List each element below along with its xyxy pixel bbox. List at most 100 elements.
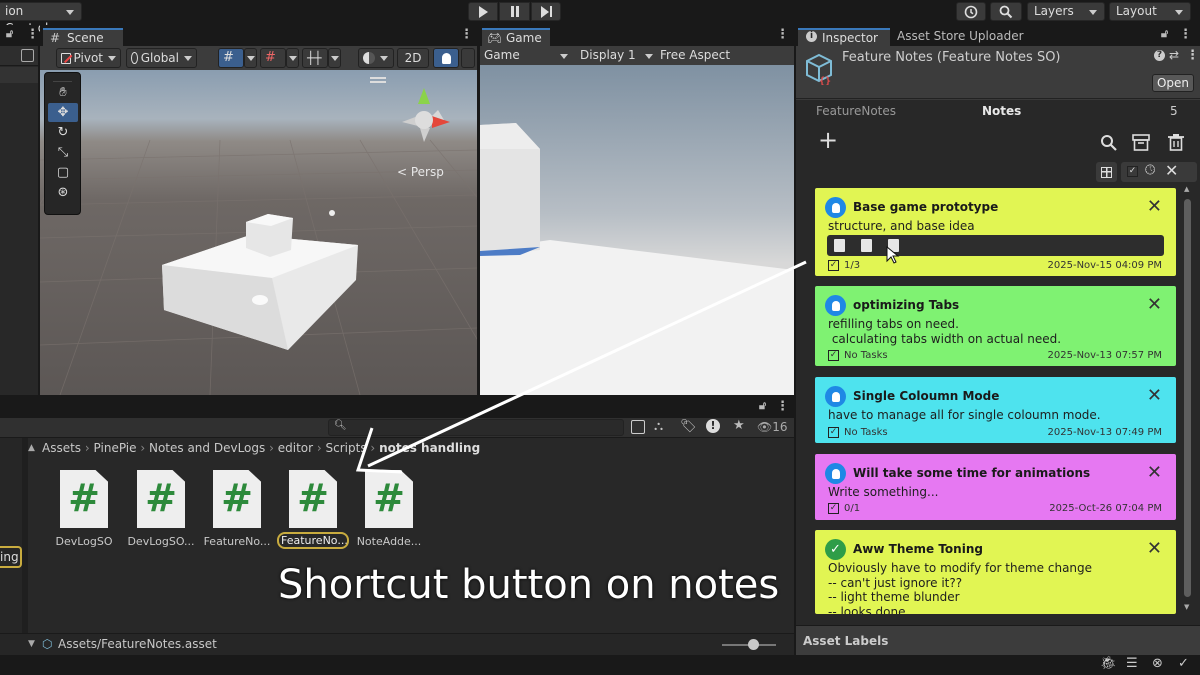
rect-tool[interactable]: ▢: [48, 163, 78, 182]
note-card-4[interactable]: Will take some time for animations ✕ Wri…: [815, 454, 1176, 520]
tree-selected-item[interactable]: ing: [0, 546, 22, 568]
filter-label-icon[interactable]: ⛬: [654, 419, 663, 434]
bug-icon[interactable]: 🐞︎: [1100, 656, 1117, 671]
file-featurenotes-selected[interactable]: # FeatureNo...: [277, 470, 349, 549]
inspector-more-icon[interactable]: ⋮: [1179, 27, 1192, 42]
tab-scene[interactable]: # Scene: [43, 28, 123, 46]
version-control-dropdown[interactable]: ion Control: [0, 2, 82, 35]
note-card-5[interactable]: ✓ Aww Theme Toning ✕ Obviously have to m…: [815, 530, 1176, 614]
file-devlogso-2[interactable]: # DevLogSO...: [125, 470, 197, 548]
breadcrumb-path[interactable]: Assets › PinePie › Notes and DevLogs › e…: [42, 438, 480, 458]
overlay-menu-icon[interactable]: [370, 77, 386, 79]
rotate-tool[interactable]: ↻: [48, 123, 78, 142]
scene-viewport[interactable]: ✋︎ ✥ ↻ ⤡ ▢ ⊛ < Persp: [40, 70, 477, 395]
more-options-icon[interactable]: ⋮: [26, 27, 39, 42]
project-lock-icon[interactable]: 🔓︎: [759, 399, 766, 413]
layers-dropdown[interactable]: Layers: [1027, 2, 1105, 21]
play-button[interactable]: [468, 2, 498, 21]
stack-icon[interactable]: ☰: [1126, 656, 1138, 671]
file-featurenotes[interactable]: # FeatureNo...: [201, 470, 273, 548]
preset-icon[interactable]: ⇄: [1169, 48, 1179, 62]
favorite-star-icon[interactable]: ★: [733, 418, 745, 433]
scene-more-icon[interactable]: ⋮: [460, 27, 473, 42]
close-note-icon[interactable]: ✕: [1147, 538, 1162, 559]
tag-icon[interactable]: 🏷︎: [680, 419, 697, 434]
hierarchy-row[interactable]: [0, 67, 38, 83]
move-tool[interactable]: ✥: [48, 103, 78, 122]
pivot-label: Pivot: [73, 51, 103, 65]
file-devlogso[interactable]: # DevLogSO: [48, 470, 120, 548]
help-icon[interactable]: ?: [1154, 50, 1165, 61]
search-scope-icon[interactable]: [21, 49, 34, 62]
grid-snap-toggle[interactable]: #: [218, 48, 244, 68]
collapse-arrow-icon[interactable]: ▼: [28, 639, 35, 649]
note-body: Write something...: [828, 485, 939, 499]
shortcut-doc-icon[interactable]: [861, 239, 872, 252]
snap-increment-toggle[interactable]: #: [260, 48, 286, 68]
scrollbar-thumb[interactable]: [1184, 199, 1191, 597]
display-dropdown[interactable]: Display 1: [580, 48, 636, 62]
notes-scrollbar[interactable]: ▲ ▼: [1183, 185, 1193, 611]
debug-mode-icon[interactable]: ⊗: [1152, 656, 1163, 671]
open-button[interactable]: Open: [1152, 74, 1194, 92]
undo-history-button[interactable]: [956, 2, 986, 21]
step-button[interactable]: [531, 2, 561, 21]
align-toggle[interactable]: ┼┼: [302, 48, 328, 68]
filter-type-icon[interactable]: [631, 420, 645, 434]
project-more-icon[interactable]: ⋮: [776, 399, 789, 414]
global-dropdown[interactable]: Global: [126, 48, 197, 68]
close-note-icon[interactable]: ✕: [1147, 462, 1162, 483]
project-search-input[interactable]: 🔍︎: [328, 419, 624, 436]
inspector-lock-icon[interactable]: 🔓︎: [1161, 27, 1168, 41]
2d-toggle[interactable]: 2D: [397, 48, 429, 68]
tree-scrollbar[interactable]: [22, 438, 28, 648]
close-note-icon[interactable]: ✕: [1147, 294, 1162, 315]
lighting-toggle[interactable]: [433, 48, 459, 68]
close-note-icon[interactable]: ✕: [1147, 196, 1162, 217]
progress-check-icon[interactable]: ✓: [1178, 656, 1189, 671]
aspect-dropdown[interactable]: Free Aspect: [660, 48, 730, 62]
object-menu-icon[interactable]: ⋮: [1186, 48, 1199, 63]
snap-increment-dropdown[interactable]: [286, 48, 299, 68]
game-viewport[interactable]: [480, 65, 794, 395]
game-more-icon[interactable]: ⋮: [776, 27, 789, 42]
note-card-3[interactable]: Single Coloumn Mode ✕ have to manage all…: [815, 377, 1176, 443]
transform-tool[interactable]: ⊛: [48, 183, 78, 202]
hand-tool[interactable]: ✋︎: [48, 83, 78, 102]
archive-icon[interactable]: [1132, 133, 1150, 151]
close-note-icon[interactable]: ✕: [1147, 385, 1162, 406]
tab-asset-store-uploader[interactable]: Asset Store Uploader: [892, 28, 1024, 46]
lock-icon[interactable]: 🔓︎: [6, 27, 13, 41]
icon-size-slider-handle[interactable]: [748, 639, 759, 650]
game-mode-dropdown[interactable]: Game: [484, 48, 520, 62]
info-toggle-icon[interactable]: !: [706, 419, 720, 433]
visibility-count[interactable]: 👁︎16: [757, 420, 788, 434]
layout-dropdown[interactable]: Layout: [1109, 2, 1191, 21]
grid-snap-dropdown[interactable]: [244, 48, 257, 68]
shortcut-doc-icon[interactable]: [834, 239, 845, 252]
notes-search-icon[interactable]: [1100, 134, 1118, 152]
draw-mode-dropdown[interactable]: [358, 48, 394, 68]
breadcrumb-up-icon[interactable]: ▲: [28, 438, 35, 458]
note-card-1[interactable]: Base game prototype ✕ structure, and bas…: [815, 188, 1176, 276]
tab-game[interactable]: 🎮︎ Game: [482, 28, 550, 46]
scene-header: # Scene ⋮ Pivot Global # # ┼┼ 2D: [40, 25, 477, 70]
grid-view-button[interactable]: [1096, 162, 1117, 182]
align-dropdown[interactable]: [328, 48, 341, 68]
pivot-dropdown[interactable]: Pivot: [56, 48, 121, 68]
scale-tool[interactable]: ⤡: [48, 143, 78, 162]
close-filter-icon[interactable]: ✕: [1165, 161, 1178, 180]
projection-label[interactable]: < Persp: [397, 165, 444, 179]
task-filter-icon[interactable]: ✓: [1127, 166, 1138, 177]
file-noteadded[interactable]: # NoteAdde...: [353, 470, 425, 548]
scene-more-tools[interactable]: [461, 48, 475, 68]
orientation-gizmo[interactable]: [392, 80, 462, 150]
tab-inspector[interactable]: i Inspector: [798, 28, 890, 46]
trash-icon[interactable]: [1167, 133, 1185, 151]
note-card-2[interactable]: optimizing Tabs ✕ refilling tabs on need…: [815, 286, 1176, 366]
asset-labels-bar[interactable]: Asset Labels: [796, 625, 1200, 655]
add-note-button[interactable]: +: [818, 128, 838, 152]
clock-icon[interactable]: 🕓︎: [1145, 163, 1155, 178]
search-button[interactable]: [990, 2, 1022, 21]
pause-button[interactable]: [499, 2, 530, 21]
